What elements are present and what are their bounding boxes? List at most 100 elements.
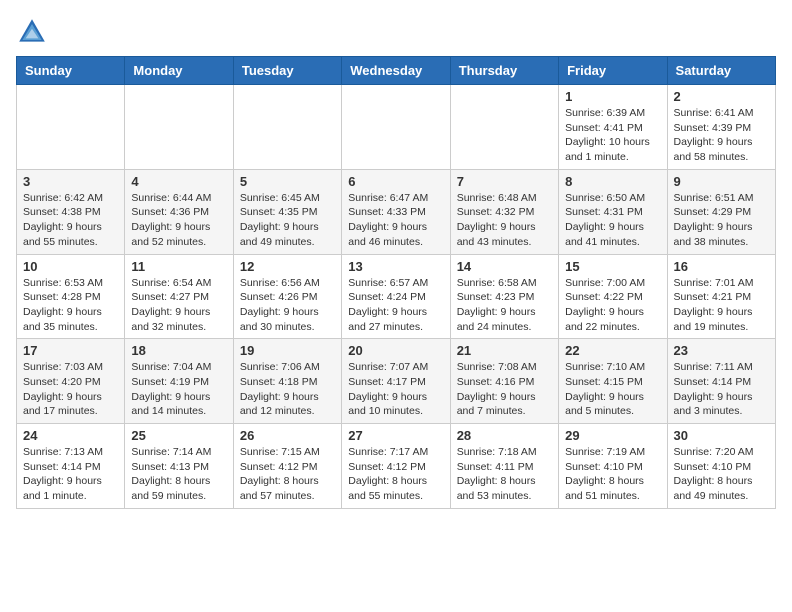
day-number: 2 xyxy=(674,89,769,104)
day-info: Sunrise: 6:56 AMSunset: 4:26 PMDaylight:… xyxy=(240,276,335,335)
calendar-cell: 13 Sunrise: 6:57 AMSunset: 4:24 PMDayligh… xyxy=(342,254,450,339)
day-info: Sunrise: 6:51 AMSunset: 4:29 PMDaylight:… xyxy=(674,191,769,250)
day-info: Sunrise: 6:45 AMSunset: 4:35 PMDaylight:… xyxy=(240,191,335,250)
day-number: 4 xyxy=(131,174,226,189)
calendar-cell: 5 Sunrise: 6:45 AMSunset: 4:35 PMDaylight… xyxy=(233,169,341,254)
day-number: 5 xyxy=(240,174,335,189)
day-info: Sunrise: 7:06 AMSunset: 4:18 PMDaylight:… xyxy=(240,360,335,419)
calendar-cell: 16 Sunrise: 7:01 AMSunset: 4:21 PMDayligh… xyxy=(667,254,775,339)
calendar-week-1: 3 Sunrise: 6:42 AMSunset: 4:38 PMDaylight… xyxy=(17,169,776,254)
day-number: 30 xyxy=(674,428,769,443)
day-info: Sunrise: 7:07 AMSunset: 4:17 PMDaylight:… xyxy=(348,360,443,419)
calendar-cell: 4 Sunrise: 6:44 AMSunset: 4:36 PMDaylight… xyxy=(125,169,233,254)
day-info: Sunrise: 7:19 AMSunset: 4:10 PMDaylight:… xyxy=(565,445,660,504)
day-number: 14 xyxy=(457,259,552,274)
calendar-week-3: 17 Sunrise: 7:03 AMSunset: 4:20 PMDayligh… xyxy=(17,339,776,424)
calendar-cell: 21 Sunrise: 7:08 AMSunset: 4:16 PMDayligh… xyxy=(450,339,558,424)
calendar-cell: 11Sunrise: 6:54 AMSunset: 4:27 PMDayligh… xyxy=(125,254,233,339)
day-number: 28 xyxy=(457,428,552,443)
day-info: Sunrise: 6:48 AMSunset: 4:32 PMDaylight:… xyxy=(457,191,552,250)
page-header xyxy=(16,16,776,48)
day-number: 13 xyxy=(348,259,443,274)
day-number: 22 xyxy=(565,343,660,358)
day-info: Sunrise: 6:41 AMSunset: 4:39 PMDaylight:… xyxy=(674,106,769,165)
day-info: Sunrise: 6:47 AMSunset: 4:33 PMDaylight:… xyxy=(348,191,443,250)
day-info: Sunrise: 7:13 AMSunset: 4:14 PMDaylight:… xyxy=(23,445,118,504)
day-info: Sunrise: 7:17 AMSunset: 4:12 PMDaylight:… xyxy=(348,445,443,504)
day-info: Sunrise: 7:10 AMSunset: 4:15 PMDaylight:… xyxy=(565,360,660,419)
day-number: 21 xyxy=(457,343,552,358)
calendar-cell: 18 Sunrise: 7:04 AMSunset: 4:19 PMDayligh… xyxy=(125,339,233,424)
day-number: 25 xyxy=(131,428,226,443)
calendar-cell: 30 Sunrise: 7:20 AMSunset: 4:10 PMDayligh… xyxy=(667,424,775,509)
calendar-week-2: 10 Sunrise: 6:53 AMSunset: 4:28 PMDayligh… xyxy=(17,254,776,339)
day-number: 27 xyxy=(348,428,443,443)
calendar-cell: 23 Sunrise: 7:11 AMSunset: 4:14 PMDayligh… xyxy=(667,339,775,424)
calendar-cell xyxy=(125,85,233,170)
day-info: Sunrise: 6:50 AMSunset: 4:31 PMDaylight:… xyxy=(565,191,660,250)
calendar-cell: 12 Sunrise: 6:56 AMSunset: 4:26 PMDayligh… xyxy=(233,254,341,339)
column-header-saturday: Saturday xyxy=(667,57,775,85)
day-info: Sunrise: 7:14 AMSunset: 4:13 PMDaylight:… xyxy=(131,445,226,504)
day-number: 23 xyxy=(674,343,769,358)
day-number: 16 xyxy=(674,259,769,274)
day-info: Sunrise: 7:18 AMSunset: 4:11 PMDaylight:… xyxy=(457,445,552,504)
day-number: 7 xyxy=(457,174,552,189)
calendar-cell: 20 Sunrise: 7:07 AMSunset: 4:17 PMDayligh… xyxy=(342,339,450,424)
day-number: 24 xyxy=(23,428,118,443)
day-number: 11 xyxy=(131,259,226,274)
day-number: 20 xyxy=(348,343,443,358)
day-number: 29 xyxy=(565,428,660,443)
day-info: Sunrise: 7:15 AMSunset: 4:12 PMDaylight:… xyxy=(240,445,335,504)
calendar-cell: 7 Sunrise: 6:48 AMSunset: 4:32 PMDaylight… xyxy=(450,169,558,254)
day-info: Sunrise: 6:42 AMSunset: 4:38 PMDaylight:… xyxy=(23,191,118,250)
day-info: Sunrise: 7:20 AMSunset: 4:10 PMDaylight:… xyxy=(674,445,769,504)
column-header-tuesday: Tuesday xyxy=(233,57,341,85)
day-number: 12 xyxy=(240,259,335,274)
day-number: 17 xyxy=(23,343,118,358)
column-header-wednesday: Wednesday xyxy=(342,57,450,85)
calendar-cell: 24 Sunrise: 7:13 AMSunset: 4:14 PMDayligh… xyxy=(17,424,125,509)
day-info: Sunrise: 6:53 AMSunset: 4:28 PMDaylight:… xyxy=(23,276,118,335)
day-number: 1 xyxy=(565,89,660,104)
day-info: Sunrise: 7:03 AMSunset: 4:20 PMDaylight:… xyxy=(23,360,118,419)
calendar-header-row: SundayMondayTuesdayWednesdayThursdayFrid… xyxy=(17,57,776,85)
day-number: 10 xyxy=(23,259,118,274)
calendar-cell: 14Sunrise: 6:58 AMSunset: 4:23 PMDayligh… xyxy=(450,254,558,339)
column-header-monday: Monday xyxy=(125,57,233,85)
day-number: 6 xyxy=(348,174,443,189)
logo xyxy=(16,16,52,48)
column-header-sunday: Sunday xyxy=(17,57,125,85)
calendar-cell xyxy=(450,85,558,170)
calendar-cell: 3 Sunrise: 6:42 AMSunset: 4:38 PMDaylight… xyxy=(17,169,125,254)
day-info: Sunrise: 7:00 AMSunset: 4:22 PMDaylight:… xyxy=(565,276,660,335)
day-info: Sunrise: 6:44 AMSunset: 4:36 PMDaylight:… xyxy=(131,191,226,250)
day-number: 9 xyxy=(674,174,769,189)
day-info: Sunrise: 7:04 AMSunset: 4:19 PMDaylight:… xyxy=(131,360,226,419)
calendar-cell xyxy=(342,85,450,170)
calendar-cell: 17 Sunrise: 7:03 AMSunset: 4:20 PMDayligh… xyxy=(17,339,125,424)
column-header-thursday: Thursday xyxy=(450,57,558,85)
calendar-cell: 25 Sunrise: 7:14 AMSunset: 4:13 PMDayligh… xyxy=(125,424,233,509)
day-number: 3 xyxy=(23,174,118,189)
day-number: 18 xyxy=(131,343,226,358)
calendar-cell: 19Sunrise: 7:06 AMSunset: 4:18 PMDayligh… xyxy=(233,339,341,424)
calendar-cell: 22 Sunrise: 7:10 AMSunset: 4:15 PMDayligh… xyxy=(559,339,667,424)
day-info: Sunrise: 7:11 AMSunset: 4:14 PMDaylight:… xyxy=(674,360,769,419)
day-info: Sunrise: 7:01 AMSunset: 4:21 PMDaylight:… xyxy=(674,276,769,335)
calendar-cell: 10 Sunrise: 6:53 AMSunset: 4:28 PMDayligh… xyxy=(17,254,125,339)
day-number: 15 xyxy=(565,259,660,274)
calendar-cell: 1Sunrise: 6:39 AMSunset: 4:41 PMDaylight… xyxy=(559,85,667,170)
day-number: 26 xyxy=(240,428,335,443)
day-number: 8 xyxy=(565,174,660,189)
calendar-cell xyxy=(17,85,125,170)
day-info: Sunrise: 7:08 AMSunset: 4:16 PMDaylight:… xyxy=(457,360,552,419)
calendar-cell: 9 Sunrise: 6:51 AMSunset: 4:29 PMDaylight… xyxy=(667,169,775,254)
calendar-table: SundayMondayTuesdayWednesdayThursdayFrid… xyxy=(16,56,776,509)
day-info: Sunrise: 6:57 AMSunset: 4:24 PMDaylight:… xyxy=(348,276,443,335)
calendar-cell: 2 Sunrise: 6:41 AMSunset: 4:39 PMDaylight… xyxy=(667,85,775,170)
calendar-cell: 27 Sunrise: 7:17 AMSunset: 4:12 PMDayligh… xyxy=(342,424,450,509)
calendar-cell: 6 Sunrise: 6:47 AMSunset: 4:33 PMDaylight… xyxy=(342,169,450,254)
column-header-friday: Friday xyxy=(559,57,667,85)
calendar-week-4: 24 Sunrise: 7:13 AMSunset: 4:14 PMDayligh… xyxy=(17,424,776,509)
